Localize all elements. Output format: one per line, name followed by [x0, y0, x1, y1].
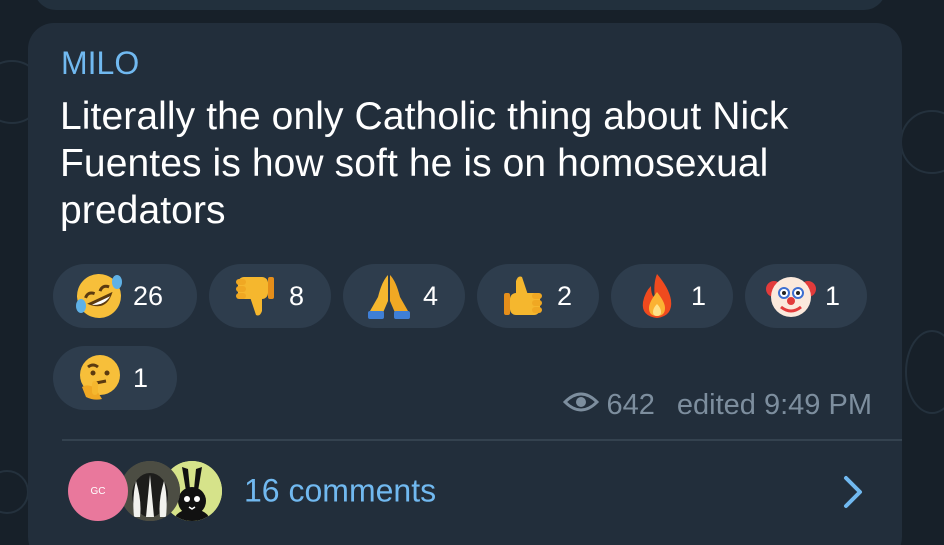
chat-background: MILO Literally the only Catholic thing a…	[0, 0, 944, 545]
reaction-thumbs-down[interactable]: 8	[209, 264, 331, 328]
previous-message-bubble	[34, 0, 886, 10]
avatar-initials: GC	[90, 485, 106, 497]
reaction-count: 4	[423, 280, 439, 311]
background-doodle	[905, 330, 944, 414]
clown-face-icon	[765, 270, 817, 322]
message-author[interactable]: MILO	[61, 45, 139, 82]
avatar	[120, 461, 180, 521]
reaction-count: 2	[557, 280, 573, 311]
rolling-on-floor-laughing-icon	[73, 270, 125, 322]
thinking-face-icon	[73, 352, 125, 404]
thumbs-down-icon	[229, 270, 281, 322]
comments-button[interactable]: GC 16 comments	[28, 443, 902, 539]
avatar: GC	[68, 461, 128, 521]
reaction-rofl[interactable]: 26	[53, 264, 197, 328]
badger-icon	[120, 461, 180, 521]
reaction-thumbs-up[interactable]: 2	[477, 264, 599, 328]
edited-timestamp: edited 9:49 PM	[676, 389, 872, 421]
reaction-thinking[interactable]: 1	[53, 346, 177, 410]
reaction-count: 8	[289, 280, 305, 311]
reaction-count: 1	[691, 280, 707, 311]
thumbs-up-icon	[497, 270, 549, 322]
reaction-count: 26	[133, 280, 164, 311]
folded-hands-icon	[363, 270, 415, 322]
comments-count: 16 comments	[244, 472, 437, 509]
message-text: Literally the only Catholic thing about …	[60, 95, 789, 232]
view-count: 642	[606, 389, 655, 421]
reaction-clown[interactable]: 1	[745, 264, 867, 328]
reaction-count: 1	[133, 362, 149, 393]
background-doodle	[900, 110, 944, 174]
reaction-count: 1	[825, 280, 841, 311]
background-doodle	[0, 470, 29, 514]
message-meta: 642 edited 9:49 PM	[562, 389, 872, 422]
chevron-right-icon	[842, 475, 864, 514]
reaction-fire[interactable]: 1	[611, 264, 733, 328]
fire-icon	[631, 270, 683, 322]
reaction-folded-hands[interactable]: 4	[343, 264, 465, 328]
message-bubble[interactable]: MILO Literally the only Catholic thing a…	[28, 23, 902, 545]
divider	[62, 439, 902, 441]
eye-icon	[562, 389, 599, 422]
